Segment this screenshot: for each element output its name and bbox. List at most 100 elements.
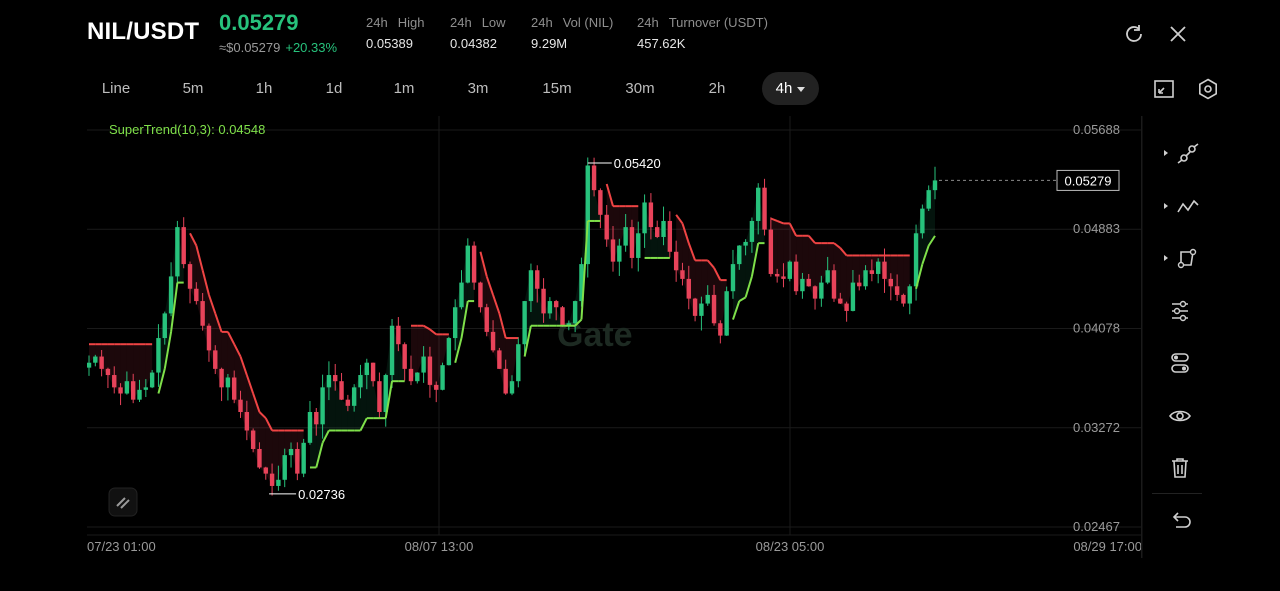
candle-body: [130, 381, 136, 400]
candle-body: [288, 448, 294, 456]
last-price-label: 0.05279: [1065, 173, 1112, 188]
candle-body: [920, 208, 925, 234]
candle-body: [194, 288, 199, 302]
candle-body: [774, 273, 780, 277]
stat-low-label: 24h Low: [450, 15, 506, 30]
candle-body: [553, 301, 559, 308]
candle-body: [787, 261, 792, 279]
candle-body: [598, 190, 603, 215]
candle-body: [402, 344, 407, 369]
stat-turnover-value: 457.62K: [637, 36, 686, 51]
candle-body: [825, 270, 830, 283]
candle-body: [838, 298, 843, 304]
supertrend-fill: [802, 235, 809, 287]
candle-body: [642, 202, 647, 234]
candle-body: [894, 286, 900, 295]
candle-body: [516, 344, 521, 382]
candle-body: [743, 241, 748, 246]
indicator-settings-icon[interactable]: [1152, 291, 1208, 331]
candle-body: [901, 294, 906, 304]
stat-vol-label: 24h Vol (NIL): [531, 15, 614, 30]
settings-icon[interactable]: [1196, 77, 1220, 101]
candle-body: [768, 229, 774, 274]
candle-body: [370, 362, 376, 382]
candle-body: [421, 356, 426, 373]
candle-body: [118, 387, 123, 394]
candle-body: [490, 331, 496, 351]
candle-body: [314, 412, 319, 425]
candle-body: [730, 264, 736, 292]
tab-1h[interactable]: 1h: [243, 72, 285, 105]
pattern-tool-icon[interactable]: [1152, 186, 1208, 226]
candle-body: [850, 282, 856, 311]
candle-body: [528, 270, 534, 302]
candle-body: [396, 325, 401, 345]
candle-body: [213, 350, 218, 369]
tab-15m[interactable]: 15m: [532, 72, 582, 105]
candle-body: [124, 381, 130, 394]
close-icon[interactable]: [1166, 22, 1190, 46]
tab-4h[interactable]: 4h: [762, 72, 819, 105]
candle-body: [831, 270, 837, 299]
candle-body: [863, 270, 868, 287]
candle-body: [219, 368, 224, 388]
stat-low-value: 0.04382: [450, 36, 497, 51]
candle-body: [869, 270, 875, 274]
candle-body: [686, 278, 691, 299]
candle-body: [509, 381, 515, 394]
candle-body: [112, 375, 117, 388]
candle-body: [276, 479, 281, 486]
stat-turnover-label: 24h Turnover (USDT): [637, 15, 768, 30]
candle-body: [307, 412, 313, 443]
candle-body: [434, 384, 439, 390]
candle-body: [724, 291, 729, 336]
tab-3m[interactable]: 3m: [456, 72, 500, 105]
last-price: 0.05279: [219, 10, 299, 35]
candle-body: [465, 245, 471, 283]
candle-body: [793, 261, 799, 292]
y-tick-label: 0.04883: [1073, 221, 1120, 236]
supertrend-fill: [139, 344, 146, 390]
price-change: +20.33%: [285, 40, 338, 55]
candle-body: [187, 264, 193, 289]
candle-body: [137, 389, 142, 400]
candle-body: [617, 245, 622, 262]
candle-body: [661, 220, 666, 237]
price-sub: ≈$0.05279 +20.33%: [219, 40, 337, 55]
tab-1m[interactable]: 1m: [383, 72, 425, 105]
candle-body: [263, 467, 268, 474]
candle-body: [844, 303, 849, 311]
candle-body: [427, 356, 433, 385]
candle-body: [756, 187, 761, 221]
visibility-icon[interactable]: [1152, 396, 1208, 436]
tab-30m[interactable]: 30m: [614, 72, 666, 105]
candle-body: [459, 282, 464, 308]
magnet-icon[interactable]: [108, 487, 138, 517]
candle-body: [156, 338, 161, 373]
stat-high-value: 0.05389: [366, 36, 413, 51]
trend-line-tool-icon[interactable]: [1152, 133, 1208, 173]
refresh-icon[interactable]: [1122, 22, 1146, 46]
tab-5m[interactable]: 5m: [170, 72, 216, 105]
candle-body: [225, 377, 231, 388]
price-chart[interactable]: Gate 0.056880.048830.040780.032720.02467…: [87, 116, 1214, 558]
candle-body: [408, 368, 414, 382]
candle-body: [737, 245, 742, 265]
candle-body: [358, 375, 363, 388]
undo-icon[interactable]: [1152, 501, 1208, 541]
candle-body: [497, 350, 502, 369]
fullscreen-icon[interactable]: [1152, 77, 1176, 101]
candle-body: [522, 301, 527, 345]
tab-1d[interactable]: 1d: [313, 72, 355, 105]
candle-body: [604, 214, 609, 240]
candle-body: [415, 372, 420, 382]
layers-icon[interactable]: [1152, 343, 1208, 383]
candle-body: [800, 278, 805, 292]
candle-body: [781, 276, 786, 279]
delete-icon[interactable]: [1152, 448, 1208, 488]
shape-tool-icon[interactable]: [1152, 238, 1208, 278]
candle-body: [232, 377, 237, 400]
tab-line[interactable]: Line: [92, 72, 140, 105]
tab-2h[interactable]: 2h: [696, 72, 738, 105]
candle-body: [882, 261, 887, 279]
